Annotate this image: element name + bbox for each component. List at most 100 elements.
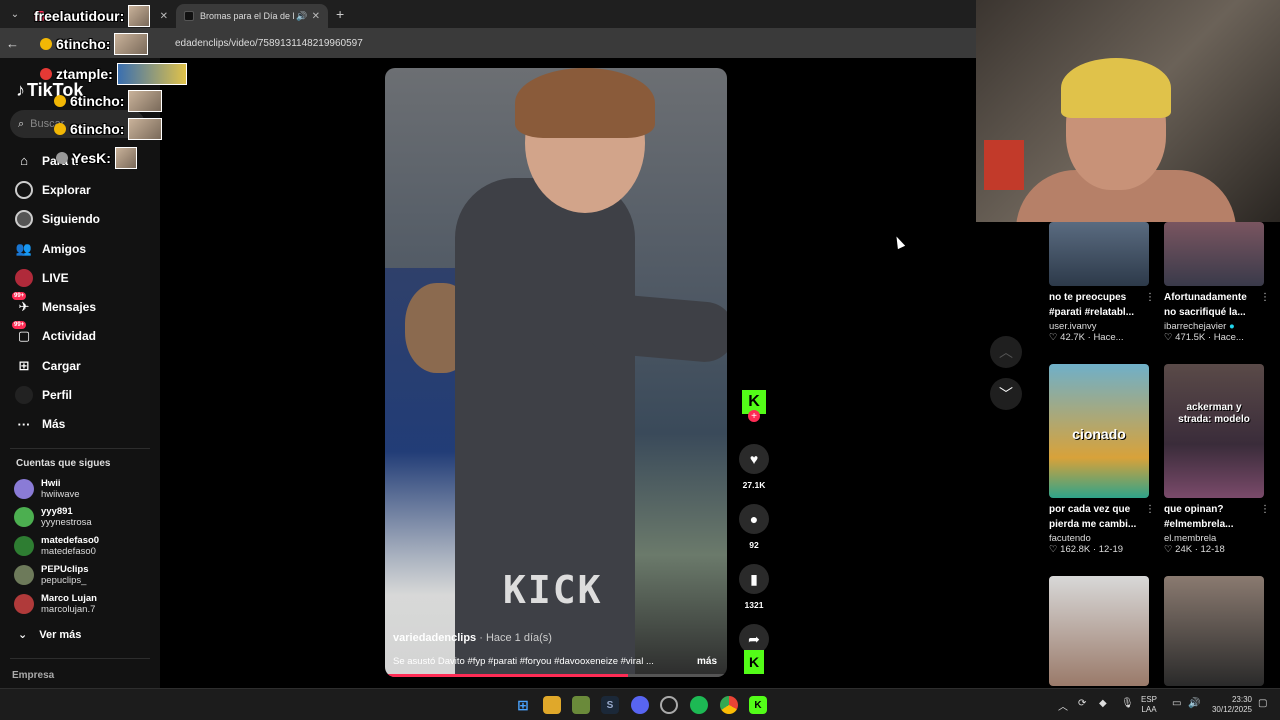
video-more-button[interactable]: más <box>697 656 717 667</box>
chrome-icon[interactable] <box>720 696 738 714</box>
comment-count: 92 <box>749 540 759 550</box>
windows-start-icon[interactable]: ⊞ <box>514 696 532 714</box>
video-thumbnail[interactable] <box>1049 222 1149 286</box>
video-player[interactable]: KICK variedadenclips · Hace 1 día(s) Se … <box>385 68 727 677</box>
network-icon[interactable]: ▭ <box>1172 698 1181 709</box>
sync-icon[interactable]: ⟳ <box>1078 698 1086 709</box>
language-indicator[interactable]: ESP LAA <box>1141 695 1157 715</box>
heart-icon: ♥ <box>749 451 759 467</box>
browser-tab-active[interactable]: Bromas para el Día de los In 🔊 ✕ <box>176 4 328 28</box>
divider <box>10 448 150 449</box>
recommended-video-card[interactable]: no te preocupes #parati #relatabl... ⋮ us… <box>1049 222 1155 343</box>
compass-icon <box>14 180 34 200</box>
discord-icon[interactable] <box>631 696 649 714</box>
previous-video-button[interactable]: ︿ <box>990 336 1022 368</box>
video-author[interactable]: user.ivanvy <box>1049 321 1149 332</box>
notifications-icon[interactable]: ▢ <box>1258 698 1267 709</box>
spotify-icon[interactable] <box>690 696 708 714</box>
tab-list-button[interactable]: ⌄ <box>4 3 26 25</box>
next-video-button[interactable]: ﹀ <box>990 378 1022 410</box>
video-progress-bar[interactable] <box>385 674 727 677</box>
followed-account[interactable]: PEPUclips pepuclips_ <box>14 564 89 586</box>
app-icon[interactable] <box>572 696 590 714</box>
comment-button[interactable]: ● <box>739 504 769 534</box>
more-options-icon[interactable]: ⋮ <box>1145 292 1155 303</box>
overlay-chat-line: 6tincho: <box>54 118 163 140</box>
account-name: Marco Lujan <box>41 593 97 604</box>
chat-emote-image <box>114 33 149 55</box>
chat-badge-icon <box>40 68 52 80</box>
sidebar-item-live[interactable]: LIVE <box>14 263 154 292</box>
video-author[interactable]: ibarrechejavier ● <box>1164 321 1264 332</box>
sidebar-item-explorar[interactable]: Explorar <box>14 175 154 204</box>
sidebar-item-mensajes[interactable]: ✈ 99+ Mensajes <box>12 292 154 321</box>
more-options-icon[interactable]: ⋮ <box>1260 504 1270 515</box>
account-handle: yyynestrosa <box>41 517 92 528</box>
see-more-button[interactable]: ⌄ Ver más <box>18 628 81 642</box>
followed-account[interactable]: Hwii hwiiwave <box>14 478 80 500</box>
chevron-down-icon: ﹀ <box>999 386 1013 402</box>
webcam-red-object <box>984 140 1024 190</box>
video-progress-fill <box>385 674 628 677</box>
recommended-video-card[interactable] <box>1164 576 1264 686</box>
shield-icon[interactable]: ◆ <box>1099 698 1107 709</box>
followed-account[interactable]: Marco Lujan marcolujan.7 <box>14 593 97 615</box>
steam-icon[interactable]: S <box>601 696 619 714</box>
volume-icon[interactable]: 🔊 <box>1188 698 1200 709</box>
sidebar-item-amigos[interactable]: 👥 Amigos <box>14 234 154 263</box>
account-name: PEPUclips <box>41 564 89 575</box>
sidebar-item-mas[interactable]: ··· Más <box>14 410 154 439</box>
kick-icon[interactable]: K <box>749 696 767 714</box>
close-tab-icon[interactable]: ✕ <box>312 11 320 22</box>
sidebar-item-actividad[interactable]: ▢ 99+ Actividad <box>12 321 154 351</box>
overlay-chat-line: ztample: <box>40 63 187 85</box>
company-link[interactable]: Empresa <box>12 670 54 681</box>
file-explorer-icon[interactable] <box>543 696 561 714</box>
activity-icon: ▢ 99+ <box>12 321 31 344</box>
system-clock[interactable]: 23:30 30/12/2025 <box>1208 695 1252 715</box>
video-author[interactable]: el.membrela <box>1164 533 1264 544</box>
chat-username: freelautidour: <box>34 8 125 24</box>
video-caption: que opinan? #elmembrela... <box>1164 504 1234 530</box>
like-button[interactable]: ♥ <box>739 444 769 474</box>
account-handle: pepuclips_ <box>41 575 87 586</box>
video-thumbnail[interactable] <box>1164 222 1264 286</box>
recommended-video-card[interactable]: Afortunadamente no sacrifiqué la... ⋮ iba… <box>1164 222 1270 343</box>
notification-badge: 99+ <box>12 292 27 301</box>
obs-icon[interactable] <box>660 696 678 714</box>
tray-chevron-up-icon[interactable]: ︿ <box>1058 698 1068 713</box>
save-button[interactable]: ▮ <box>739 564 769 594</box>
sidebar-item-cargar[interactable]: ⊞ Cargar <box>14 351 154 380</box>
recommended-video-card[interactable]: ackerman y strada: modelo que opinan? #el… <box>1164 364 1270 555</box>
account-name: matedefaso0 <box>41 535 100 546</box>
video-username[interactable]: variedadenclips <box>393 632 476 644</box>
video-thumbnail[interactable]: cionado <box>1049 364 1149 498</box>
recommended-video-card[interactable] <box>1049 576 1149 686</box>
more-options-icon[interactable]: ⋮ <box>1260 292 1270 303</box>
account-handle: hwiiwave <box>41 489 80 500</box>
follow-plus-icon[interactable]: + <box>748 410 760 422</box>
new-tab-button[interactable]: + <box>336 6 344 22</box>
url-field[interactable]: edadenclips/video/7589131148219960597 <box>175 38 363 49</box>
sidebar-item-siguiendo[interactable]: Siguiendo <box>14 205 154 234</box>
more-icon: ··· <box>17 416 31 432</box>
followed-account[interactable]: matedefaso0 matedefaso0 <box>14 535 99 557</box>
speaker-icon[interactable]: 🔊 <box>296 11 307 22</box>
video-author[interactable]: facutendo <box>1049 533 1149 544</box>
video-thumbnail[interactable] <box>1164 576 1264 686</box>
close-tab-icon[interactable]: ✕ <box>160 11 168 22</box>
followed-account[interactable]: yyy891 yyynestrosa <box>14 506 92 528</box>
more-options-icon[interactable]: ⋮ <box>1145 504 1155 515</box>
video-thumbnail[interactable] <box>1049 576 1149 686</box>
recommended-video-card[interactable]: cionado por cada vez que pierda me cambi.… <box>1049 364 1155 555</box>
chat-emote-image <box>128 118 163 140</box>
chat-badge-icon <box>56 152 68 164</box>
chevron-down-icon: ⌄ <box>18 629 28 641</box>
video-thumbnail[interactable]: ackerman y strada: modelo <box>1164 364 1264 498</box>
sidebar-item-perfil[interactable]: Perfil <box>14 380 154 409</box>
video-author[interactable]: variedadenclips · Hace 1 día(s) <box>393 632 552 644</box>
kick-sound-icon[interactable]: K <box>744 650 764 674</box>
mouse-cursor <box>892 234 906 250</box>
back-arrow-icon[interactable]: ← <box>6 36 26 51</box>
microphone-icon[interactable]: 🎙 <box>1121 698 1134 709</box>
